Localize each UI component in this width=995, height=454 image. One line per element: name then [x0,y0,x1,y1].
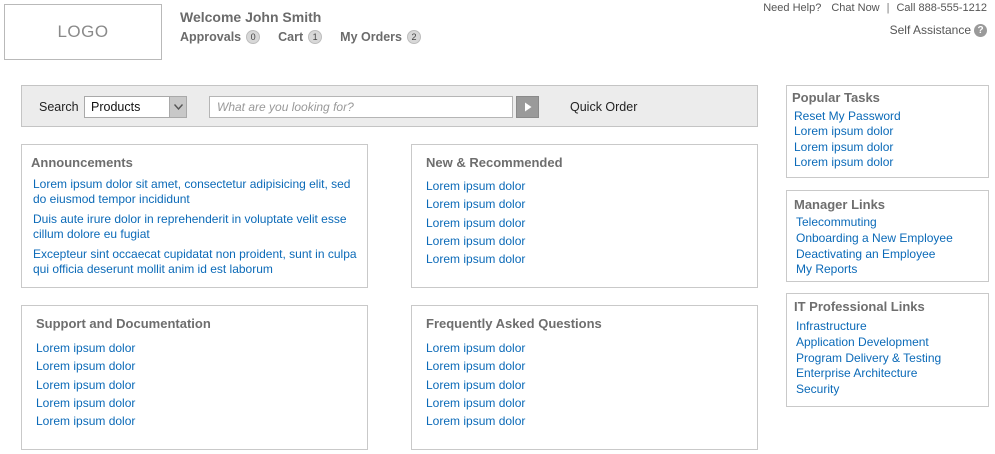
announcements-title: Announcements [31,155,133,170]
my-orders-count-badge: 2 [407,30,421,44]
self-assistance-label: Self Assistance [889,23,971,37]
announcement-item[interactable]: Duis aute irure dolor in reprehenderit i… [33,212,358,241]
list-item[interactable]: Lorem ipsum dolor [36,376,135,394]
chevron-down-icon [169,97,186,117]
list-item[interactable]: Lorem ipsum dolor [36,357,135,375]
play-arrow-icon [524,102,531,112]
nav-my-orders[interactable]: My Orders 2 [340,30,421,44]
popular-task-item[interactable]: Lorem ipsum dolor [794,155,901,170]
announcements-list: Lorem ipsum dolor sit amet, consectetur … [33,177,358,276]
faq-panel: Frequently Asked Questions Lorem ipsum d… [411,305,758,450]
new-recommended-title: New & Recommended [426,155,563,170]
support-title: Support and Documentation [36,316,211,331]
popular-tasks-list: Reset My Password Lorem ipsum dolor Lore… [794,109,901,170]
list-item[interactable]: Lorem ipsum dolor [426,195,525,213]
list-item[interactable]: Lorem ipsum dolor [426,412,525,430]
new-recommended-list: Lorem ipsum dolor Lorem ipsum dolor Lore… [426,177,525,268]
it-professional-links-title: IT Professional Links [794,299,925,314]
search-category-value: Products [91,100,141,114]
list-item[interactable]: Lorem ipsum dolor [36,339,135,357]
it-professional-links-list: Infrastructure Application Development P… [796,319,941,398]
phone-number: Call 888-555-1212 [896,2,987,14]
list-item[interactable]: Lorem ipsum dolor [426,357,525,375]
logo[interactable]: LOGO [4,4,162,60]
list-item[interactable]: Lorem ipsum dolor [36,394,135,412]
popular-task-item[interactable]: Lorem ipsum dolor [794,124,901,139]
it-link-item[interactable]: Enterprise Architecture [796,366,941,382]
popular-task-item[interactable]: Lorem ipsum dolor [794,140,901,155]
list-item[interactable]: Lorem ipsum dolor [426,250,525,268]
announcement-item[interactable]: Lorem ipsum dolor sit amet, consectetur … [33,177,358,206]
nav-cart-label: Cart [278,30,304,44]
announcements-panel: Announcements Lorem ipsum dolor sit amet… [21,144,368,288]
manager-links-panel: Manager Links Telecommuting Onboarding a… [786,190,989,282]
it-link-item[interactable]: Application Development [796,335,941,351]
nav-approvals[interactable]: Approvals 0 [180,30,261,44]
nav-cart[interactable]: Cart 1 [278,30,323,44]
popular-tasks-title: Popular Tasks [792,90,880,105]
popular-task-item[interactable]: Reset My Password [794,109,901,124]
cart-count-badge: 1 [308,30,323,44]
manager-link-item[interactable]: My Reports [796,262,953,278]
approvals-count-badge: 0 [246,30,261,44]
chat-now-link[interactable]: Chat Now [831,2,879,14]
manager-links-list: Telecommuting Onboarding a New Employee … [796,215,953,278]
support-list: Lorem ipsum dolor Lorem ipsum dolor Lore… [36,339,135,430]
announcement-item[interactable]: Excepteur sint occaecat cupidatat non pr… [33,247,358,276]
list-item[interactable]: Lorem ipsum dolor [426,376,525,394]
list-item[interactable]: Lorem ipsum dolor [426,394,525,412]
list-item[interactable]: Lorem ipsum dolor [426,232,525,250]
it-link-item[interactable]: Security [796,382,941,398]
it-link-item[interactable]: Infrastructure [796,319,941,335]
manager-links-title: Manager Links [794,197,886,212]
nav-approvals-label: Approvals [180,30,242,44]
utility-separator: | [886,2,890,14]
search-label: Search [39,100,79,114]
support-panel: Support and Documentation Lorem ipsum do… [21,305,368,450]
search-go-button[interactable] [516,96,539,118]
new-recommended-panel: New & Recommended Lorem ipsum dolor Lore… [411,144,758,288]
nav-my-orders-label: My Orders [340,30,402,44]
list-item[interactable]: Lorem ipsum dolor [426,214,525,232]
it-professional-links-panel: IT Professional Links Infrastructure App… [786,293,989,407]
faq-list: Lorem ipsum dolor Lorem ipsum dolor Lore… [426,339,525,430]
quick-order-link[interactable]: Quick Order [570,100,637,114]
search-input[interactable] [209,96,513,118]
manager-link-item[interactable]: Onboarding a New Employee [796,231,953,247]
it-link-item[interactable]: Program Delivery & Testing [796,351,941,367]
manager-link-item[interactable]: Telecommuting [796,215,953,231]
need-help-link[interactable]: Need Help? [763,2,821,14]
manager-link-item[interactable]: Deactivating an Employee [796,247,953,263]
question-mark-icon: ? [974,23,987,37]
popular-tasks-panel: Popular Tasks Reset My Password Lorem ip… [786,85,989,178]
self-assistance-link[interactable]: Self Assistance ? [890,23,987,37]
utility-links: Need Help? Chat Now | Call 888-555-1212 [763,2,987,14]
faq-title: Frequently Asked Questions [426,316,602,331]
list-item[interactable]: Lorem ipsum dolor [426,339,525,357]
list-item[interactable]: Lorem ipsum dolor [36,412,135,430]
search-bar: Search Products Quick Order [21,85,758,127]
list-item[interactable]: Lorem ipsum dolor [426,177,525,195]
welcome-message: Welcome John Smith [180,9,322,25]
header-nav: Approvals 0 Cart 1 My Orders 2 [180,30,439,44]
search-category-select[interactable]: Products [84,96,187,118]
